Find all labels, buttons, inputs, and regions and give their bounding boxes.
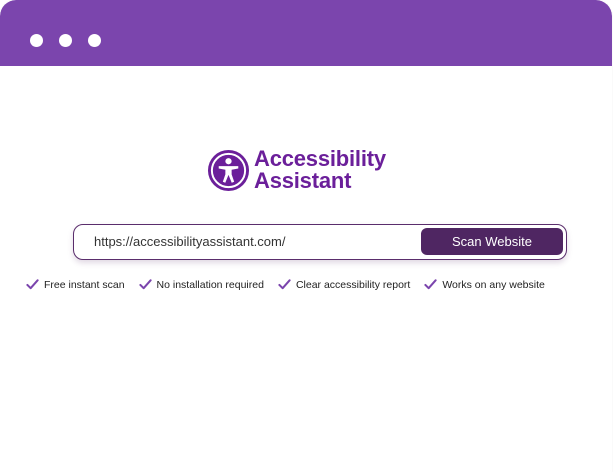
feature-item: No installation required [138,278,264,291]
url-input[interactable] [94,225,414,258]
scan-form: Scan Website [73,224,567,260]
brand-name-line2: Assistant [254,168,352,193]
window-dot[interactable] [88,34,101,47]
feature-label: Clear accessibility report [295,278,411,291]
feature-label: Free instant scan [44,278,125,291]
window-dot[interactable] [30,34,43,47]
feature-item: Works on any website [424,278,545,291]
scan-website-button[interactable]: Scan Website [421,228,563,255]
window-dot[interactable] [59,34,72,47]
brand-logo: Accessibility Assistant [207,148,386,192]
brand-name: Accessibility Assistant [254,148,386,192]
accessibility-person-icon [207,149,250,191]
window-titlebar [0,0,612,66]
feature-item: Free instant scan [26,278,125,291]
feature-list: Free instant scan No installation requir… [26,278,545,291]
browser-window: Accessibility Assistant Scan Website Fre… [0,0,612,472]
feature-label: No installation required [156,278,264,291]
check-icon [278,279,291,290]
check-icon [26,279,39,290]
feature-label: Works on any website [442,278,545,291]
check-icon [138,279,152,290]
feature-item: Clear accessibility report [278,278,410,291]
brand-name-line1: Accessibility [254,146,386,171]
check-icon [424,279,437,290]
